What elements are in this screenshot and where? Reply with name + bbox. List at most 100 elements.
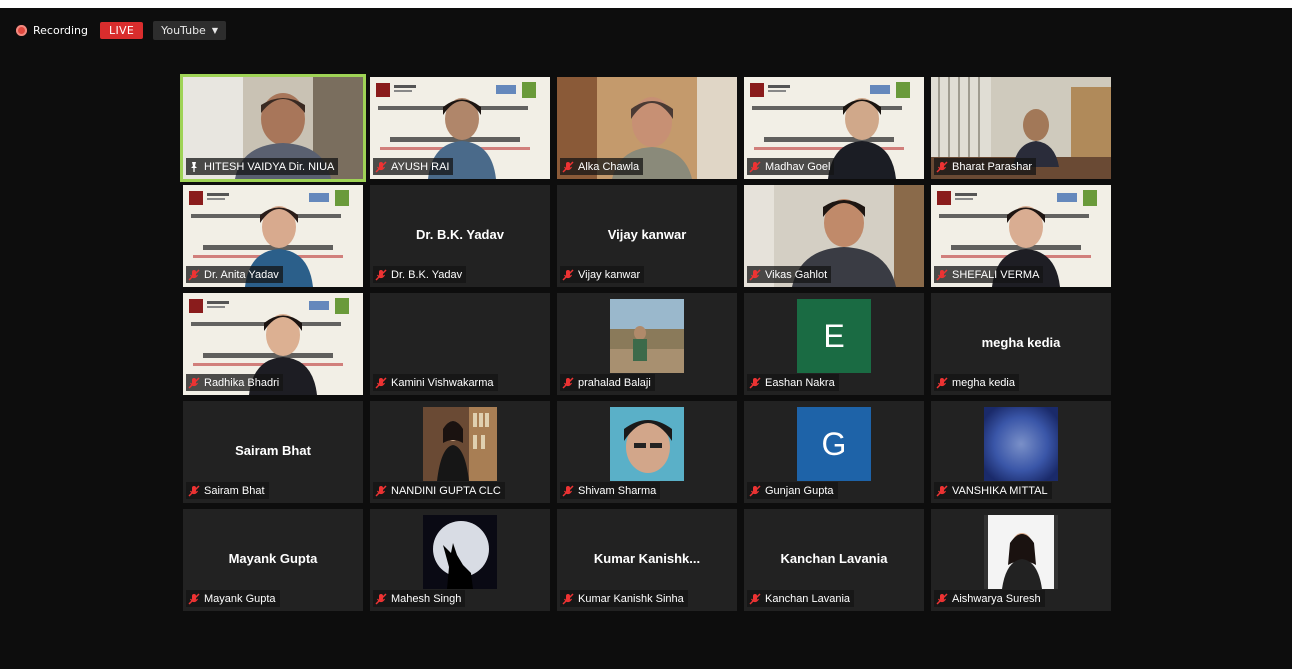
- participant-name-label: Radhika Bhadri: [186, 374, 284, 391]
- participant-tile-mayank-gupta[interactable]: Mayank Gupta Mayank Gupta: [183, 509, 363, 611]
- mic-muted-icon: [749, 592, 761, 605]
- mic-muted-icon: [562, 484, 574, 497]
- participant-name-label: Alka Chawla: [560, 158, 644, 175]
- participant-name: megha kedia: [952, 376, 1015, 389]
- participant-name: Eashan Nakra: [765, 376, 835, 389]
- participant-tile-vanshika-mittal[interactable]: VANSHIKA MITTAL: [931, 401, 1111, 503]
- participant-name: NANDINI GUPTA CLC: [391, 484, 501, 497]
- participant-name: VANSHIKA MITTAL: [952, 484, 1048, 497]
- participant-name: Dr. B.K. Yadav: [391, 268, 463, 281]
- participant-name: prahalad Balaji: [578, 376, 651, 389]
- participant-name-label: Mahesh Singh: [373, 590, 466, 607]
- participant-name: Vikas Gahlot: [765, 268, 828, 281]
- participant-name: Aishwarya Suresh: [952, 592, 1041, 605]
- participant-name-label: prahalad Balaji: [560, 374, 655, 391]
- participant-tile-vikas-gahlot[interactable]: Vikas Gahlot: [744, 185, 924, 287]
- participant-name: Madhav Goel: [765, 160, 831, 173]
- stream-target-dropdown[interactable]: YouTube ▼: [153, 20, 226, 40]
- participant-name: Bharat Parashar: [952, 160, 1033, 173]
- participant-name: Kumar Kanishk Sinha: [578, 592, 684, 605]
- mic-muted-icon: [375, 268, 387, 281]
- participant-photo: [610, 407, 684, 481]
- participant-tile-vijay-kanwar[interactable]: Vijay kanwar Vijay kanwar: [557, 185, 737, 287]
- mic-muted-icon: [749, 160, 761, 173]
- participant-display-name: megha kedia: [981, 335, 1061, 350]
- mic-muted-icon: [188, 484, 200, 497]
- participant-avatar: G: [797, 407, 871, 481]
- participant-name-label: Kumar Kanishk Sinha: [560, 590, 688, 607]
- meeting-topbar: Recording LIVE YouTube ▼: [16, 20, 226, 40]
- mic-muted-icon: [375, 376, 387, 389]
- participant-display-name: Dr. B.K. Yadav: [416, 227, 504, 242]
- participant-name: Mayank Gupta: [204, 592, 276, 605]
- participant-name-label: HITESH VAIDYA Dir. NIUA: [186, 158, 339, 175]
- mic-muted-icon: [936, 376, 948, 389]
- participant-tile-dr-anita-yadav[interactable]: Dr. Anita Yadav: [183, 185, 363, 287]
- participant-name-label: SHEFALI VERMA: [934, 266, 1044, 283]
- participant-tile-dr-b-k-yadav[interactable]: Dr. B.K. Yadav Dr. B.K. Yadav: [370, 185, 550, 287]
- participant-tile-shefali-verma[interactable]: SHEFALI VERMA: [931, 185, 1111, 287]
- mic-muted-icon: [749, 268, 761, 281]
- participant-tile-alka-chawla[interactable]: Alka Chawla: [557, 77, 737, 179]
- mic-muted-icon: [936, 592, 948, 605]
- participant-photo: [610, 299, 684, 373]
- participant-name-label: Dr. Anita Yadav: [186, 266, 283, 283]
- participant-tile-prahalad-balaji[interactable]: prahalad Balaji: [557, 293, 737, 395]
- participant-name-label: Sairam Bhat: [186, 482, 269, 499]
- participant-name-label: Eashan Nakra: [747, 374, 839, 391]
- participant-tile-mahesh-singh[interactable]: Mahesh Singh: [370, 509, 550, 611]
- participant-name-label: Madhav Goel: [747, 158, 835, 175]
- mic-muted-icon: [375, 484, 387, 497]
- participant-name: AYUSH RAI: [391, 160, 450, 173]
- participant-tile-radhika-bhadri[interactable]: Radhika Bhadri: [183, 293, 363, 395]
- participant-tile-kamini-vishwakarma[interactable]: Kamini Vishwakarma: [370, 293, 550, 395]
- mic-muted-icon: [188, 376, 200, 389]
- participant-tile-bharat-parashar[interactable]: Bharat Parashar: [931, 77, 1111, 179]
- mic-muted-icon: [749, 376, 761, 389]
- participant-name: Kanchan Lavania: [765, 592, 851, 605]
- pin-icon: [188, 161, 200, 173]
- participant-name-label: VANSHIKA MITTAL: [934, 482, 1052, 499]
- participant-photo: [423, 515, 497, 589]
- mic-muted-icon: [562, 268, 574, 281]
- participant-name: Vijay kanwar: [578, 268, 641, 281]
- participant-name-label: Mayank Gupta: [186, 590, 280, 607]
- participant-avatar: E: [797, 299, 871, 373]
- participant-tile-aishwarya-suresh[interactable]: Aishwarya Suresh: [931, 509, 1111, 611]
- participant-name: Alka Chawla: [578, 160, 640, 173]
- mic-muted-icon: [936, 268, 948, 281]
- participant-name: Mahesh Singh: [391, 592, 462, 605]
- mic-muted-icon: [562, 376, 574, 389]
- participant-photo: [984, 515, 1058, 589]
- participant-tile-nandini-gupta-clc[interactable]: NANDINI GUPTA CLC: [370, 401, 550, 503]
- mic-muted-icon: [562, 592, 574, 605]
- participant-photo: [423, 407, 497, 481]
- participant-tile-madhav-goel[interactable]: Madhav Goel: [744, 77, 924, 179]
- participant-tile-gunjan-gupta[interactable]: G Gunjan Gupta: [744, 401, 924, 503]
- mic-muted-icon: [188, 268, 200, 281]
- participant-tile-megha-kedia[interactable]: megha kedia megha kedia: [931, 293, 1111, 395]
- participant-name: Shivam Sharma: [578, 484, 657, 497]
- participant-display-name: Sairam Bhat: [235, 443, 311, 458]
- participant-name-label: Vikas Gahlot: [747, 266, 832, 283]
- participant-tile-sairam-bhat[interactable]: Sairam Bhat Sairam Bhat: [183, 401, 363, 503]
- participant-name-label: Vijay kanwar: [560, 266, 645, 283]
- participant-tile-kumar-kanishk-sinha[interactable]: Kumar Kanishk... Kumar Kanishk Sinha: [557, 509, 737, 611]
- mic-muted-icon: [188, 592, 200, 605]
- participant-photo: [984, 407, 1058, 481]
- participant-name: Kamini Vishwakarma: [391, 376, 494, 389]
- participant-display-name: Mayank Gupta: [228, 551, 318, 566]
- mic-muted-icon: [936, 484, 948, 497]
- live-badge[interactable]: LIVE: [100, 21, 144, 39]
- participant-tile-shivam-sharma[interactable]: Shivam Sharma: [557, 401, 737, 503]
- participant-tile-ayush-rai[interactable]: AYUSH RAI: [370, 77, 550, 179]
- participant-display-name: Vijay kanwar: [607, 227, 687, 242]
- participant-tile-kanchan-lavania[interactable]: Kanchan Lavania Kanchan Lavania: [744, 509, 924, 611]
- zoom-meeting-window: Recording LIVE YouTube ▼ HITESH VAIDYA D…: [0, 8, 1292, 669]
- participant-tile-eashan-nakra[interactable]: E Eashan Nakra: [744, 293, 924, 395]
- mic-muted-icon: [749, 484, 761, 497]
- participant-tile-hitesh-vaidya-dir-niua[interactable]: HITESH VAIDYA Dir. NIUA: [180, 74, 366, 182]
- participant-name-label: NANDINI GUPTA CLC: [373, 482, 505, 499]
- stream-target-label: YouTube: [161, 23, 206, 37]
- participant-name-label: Kanchan Lavania: [747, 590, 855, 607]
